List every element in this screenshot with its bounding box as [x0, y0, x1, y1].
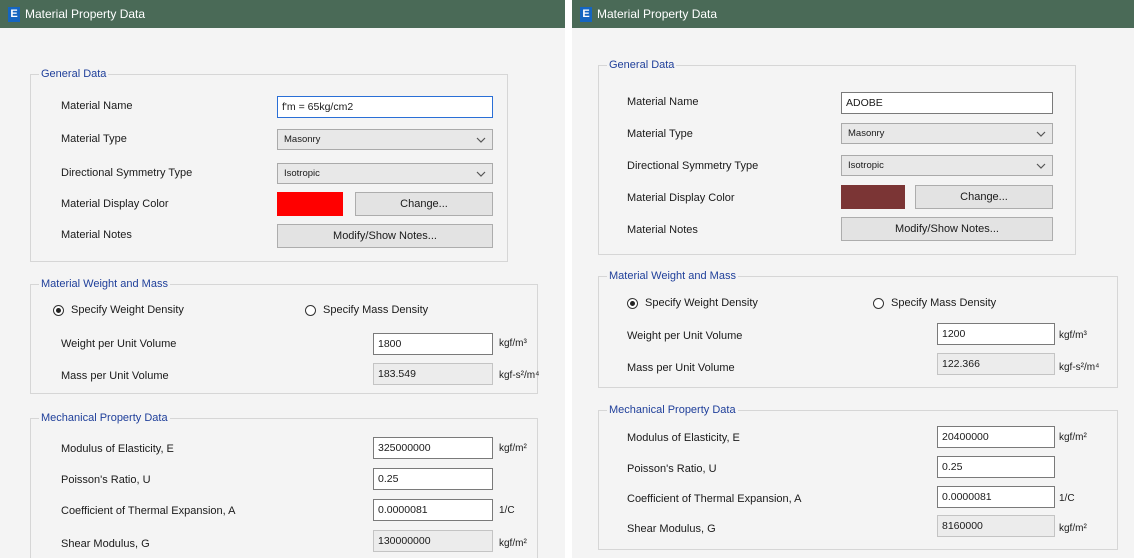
thermal-expansion-label: Coefficient of Thermal Expansion, A: [61, 505, 236, 517]
symmetry-type-select[interactable]: Isotropic: [277, 163, 493, 184]
shear-modulus-label: Shear Modulus, G: [627, 523, 716, 535]
thermal-expansion-input[interactable]: 0.0000081: [373, 499, 493, 521]
display-color-swatch: [277, 192, 343, 216]
mass-per-volume-label: Mass per Unit Volume: [61, 370, 169, 382]
select-value: Isotropic: [848, 160, 884, 171]
modulus-elasticity-label: Modulus of Elasticity, E: [627, 432, 740, 444]
chevron-down-icon: [1036, 131, 1046, 137]
weight-per-volume-input[interactable]: 1200: [937, 323, 1055, 345]
specify-mass-density-radio[interactable]: Specify Mass Density: [305, 304, 428, 316]
etabs-app-icon: E: [580, 6, 592, 22]
specify-weight-density-radio[interactable]: Specify Weight Density: [627, 297, 758, 309]
shear-modulus-label: Shear Modulus, G: [61, 538, 150, 550]
radio-dot: [630, 300, 635, 306]
modulus-unit: kgf/m²: [1059, 432, 1087, 443]
modulus-elasticity-input[interactable]: 325000000: [373, 437, 493, 459]
modify-show-notes-button[interactable]: Modify/Show Notes...: [277, 224, 493, 248]
radio-label: Specify Mass Density: [891, 297, 997, 309]
symmetry-type-label: Directional Symmetry Type: [627, 160, 759, 172]
weight-unit: kgf/m³: [499, 338, 527, 349]
change-color-button[interactable]: Change...: [355, 192, 493, 216]
display-color-label: Material Display Color: [627, 192, 735, 204]
select-value: Masonry: [284, 134, 321, 145]
group-heading: Material Weight and Mass: [39, 277, 170, 291]
material-type-select[interactable]: Masonry: [841, 123, 1053, 144]
display-color-swatch: [841, 185, 905, 209]
general-data-group: General Data Material Name ADOBE Materia…: [598, 58, 1076, 255]
chevron-down-icon: [476, 171, 486, 177]
modulus-unit: kgf/m²: [499, 443, 527, 454]
select-value: Isotropic: [284, 168, 320, 179]
mass-unit: kgf-s²/m⁴: [499, 370, 540, 381]
weight-unit: kgf/m³: [1059, 330, 1087, 341]
radio-label: Specify Mass Density: [323, 304, 429, 316]
shear-modulus-field: 8160000: [937, 515, 1055, 537]
poissons-ratio-input[interactable]: 0.25: [937, 456, 1055, 478]
material-type-select[interactable]: Masonry: [277, 129, 493, 150]
thermal-unit: 1/C: [499, 505, 515, 516]
mass-per-volume-field: 183.549: [373, 363, 493, 385]
poissons-ratio-input[interactable]: 0.25: [373, 468, 493, 490]
radio-selected: [627, 297, 638, 309]
material-notes-label: Material Notes: [627, 224, 698, 236]
general-data-group: General Data Material Name f'm = 65kg/cm…: [30, 67, 508, 262]
radio-dot: [56, 307, 61, 313]
title-bar[interactable]: E Material Property Data: [0, 0, 565, 28]
shear-unit: kgf/m²: [1059, 523, 1087, 534]
shear-unit: kgf/m²: [499, 538, 527, 549]
mechanical-property-group: Mechanical Property Data Modulus of Elas…: [598, 403, 1118, 550]
chevron-down-icon: [1036, 163, 1046, 169]
specify-weight-density-radio[interactable]: Specify Weight Density: [53, 304, 184, 316]
chevron-down-icon: [476, 137, 486, 143]
symmetry-type-select[interactable]: Isotropic: [841, 155, 1053, 176]
group-heading: General Data: [607, 58, 677, 72]
weight-mass-group: Material Weight and Mass Specify Weight …: [30, 277, 540, 394]
material-name-label: Material Name: [61, 100, 133, 112]
symmetry-type-label: Directional Symmetry Type: [61, 167, 193, 179]
weight-per-volume-label: Weight per Unit Volume: [61, 338, 177, 350]
radio-label: Specify Weight Density: [71, 304, 184, 316]
modulus-elasticity-label: Modulus of Elasticity, E: [61, 443, 174, 455]
mass-unit: kgf-s²/m⁴: [1059, 362, 1100, 373]
modify-show-notes-button[interactable]: Modify/Show Notes...: [841, 217, 1053, 241]
window-title: Material Property Data: [25, 7, 146, 21]
change-color-button[interactable]: Change...: [915, 185, 1053, 209]
radio-label: Specify Weight Density: [645, 297, 758, 309]
group-heading: General Data: [39, 67, 109, 81]
material-name-input[interactable]: f'm = 65kg/cm2: [277, 96, 493, 118]
group-heading: Mechanical Property Data: [607, 403, 738, 417]
etabs-app-icon: E: [8, 6, 20, 22]
radio-unselected: [873, 297, 884, 309]
material-name-label: Material Name: [627, 96, 699, 108]
thermal-unit: 1/C: [1059, 493, 1075, 504]
radio-selected: [53, 304, 64, 316]
poissons-ratio-label: Poisson's Ratio, U: [61, 474, 151, 486]
title-bar[interactable]: E Material Property Data: [572, 0, 1134, 28]
window-title: Material Property Data: [597, 7, 718, 21]
radio-unselected: [305, 304, 316, 316]
thermal-expansion-input[interactable]: 0.0000081: [937, 486, 1055, 508]
shear-modulus-field: 130000000: [373, 530, 493, 552]
mass-per-volume-label: Mass per Unit Volume: [627, 362, 735, 374]
left-dialog: E Material Property Data General Data Ma…: [0, 0, 565, 558]
material-name-input[interactable]: ADOBE: [841, 92, 1053, 114]
weight-per-volume-label: Weight per Unit Volume: [627, 330, 743, 342]
material-type-label: Material Type: [627, 128, 693, 140]
specify-mass-density-radio[interactable]: Specify Mass Density: [873, 297, 996, 309]
select-value: Masonry: [848, 128, 885, 139]
mass-per-volume-field: 122.366: [937, 353, 1055, 375]
display-color-label: Material Display Color: [61, 198, 169, 210]
thermal-expansion-label: Coefficient of Thermal Expansion, A: [627, 493, 802, 505]
group-heading: Mechanical Property Data: [39, 411, 170, 425]
modulus-elasticity-input[interactable]: 20400000: [937, 426, 1055, 448]
group-heading: Material Weight and Mass: [607, 269, 738, 283]
material-type-label: Material Type: [61, 133, 127, 145]
mechanical-property-group: Mechanical Property Data Modulus of Elas…: [30, 411, 538, 558]
poissons-ratio-label: Poisson's Ratio, U: [627, 463, 717, 475]
right-dialog: E Material Property Data General Data Ma…: [572, 0, 1134, 558]
weight-mass-group: Material Weight and Mass Specify Weight …: [598, 269, 1118, 388]
material-notes-label: Material Notes: [61, 229, 132, 241]
weight-per-volume-input[interactable]: 1800: [373, 333, 493, 355]
